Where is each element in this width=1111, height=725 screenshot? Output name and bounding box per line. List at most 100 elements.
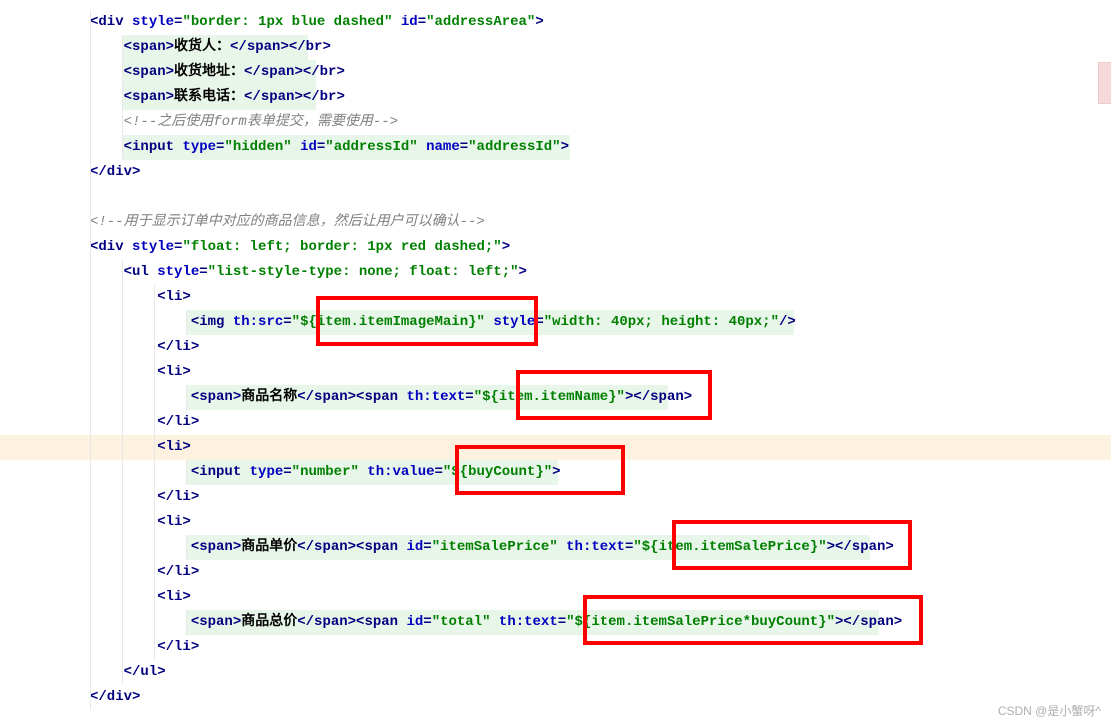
watermark-text: CSDN @是小蟹呀^ [998, 702, 1101, 719]
code-token: > [502, 239, 510, 255]
code-token: <img [191, 314, 225, 330]
code-token: <span> [124, 39, 174, 55]
code-token [392, 14, 400, 30]
code-token: = [435, 464, 443, 480]
code-token: </span></br> [244, 64, 345, 80]
code-token: ></span> [835, 614, 902, 630]
code-token: 收货地址： [174, 64, 244, 80]
code-token: "width: 40px; height: 40px;" [544, 314, 779, 330]
code-token [292, 139, 300, 155]
code-line: <div style="float: left; border: 1px red… [90, 235, 1091, 260]
code-token: > [552, 464, 560, 480]
code-token: = [465, 389, 473, 405]
code-line: </li> [90, 635, 1091, 660]
code-line: <span>商品单价</span><span id="itemSalePrice… [90, 535, 1091, 560]
code-token [491, 614, 499, 630]
code-token: </div> [90, 164, 140, 180]
code-token: "addressId" [325, 139, 417, 155]
code-token: > [519, 264, 527, 280]
code-token: "float: left; border: 1px red dashed;" [182, 239, 501, 255]
code-token [418, 139, 426, 155]
code-token: "${buyCount}" [443, 464, 552, 480]
code-line: </li> [90, 485, 1091, 510]
code-token: th:value [367, 464, 434, 480]
code-token: <span> [124, 64, 174, 80]
code-token: <!--之后使用form表单提交，需要使用--> [124, 114, 398, 130]
code-token: = [423, 539, 431, 555]
code-token: style [493, 314, 535, 330]
code-token: <input [191, 464, 241, 480]
code-token: style [157, 264, 199, 280]
code-line: </li> [90, 560, 1091, 585]
code-line: <li> [90, 360, 1091, 385]
code-token: > [561, 139, 569, 155]
code-token: </div> [90, 689, 140, 705]
code-line: </div> [90, 685, 1091, 710]
code-token: "border: 1px blue dashed" [182, 14, 392, 30]
code-token: "itemSalePrice" [432, 539, 558, 555]
code-token: = [199, 264, 207, 280]
code-token: 联系电话： [174, 89, 244, 105]
code-token: "${item.itemImageMain}" [292, 314, 485, 330]
code-token [124, 239, 132, 255]
code-token: "list-style-type: none; float: left;" [208, 264, 519, 280]
code-token [241, 464, 249, 480]
code-token: = [418, 14, 426, 30]
side-handle[interactable] [1098, 62, 1111, 104]
code-token: id [406, 614, 423, 630]
code-token: 商品总价 [241, 614, 297, 630]
code-block: <div style="border: 1px blue dashed" id=… [90, 10, 1091, 710]
code-token: = [423, 614, 431, 630]
code-token: 收货人： [174, 39, 230, 55]
code-token: id [300, 139, 317, 155]
code-token: </li> [157, 639, 199, 655]
code-token: </span></br> [244, 89, 345, 105]
code-token: th:src [233, 314, 283, 330]
code-token: "addressId" [468, 139, 560, 155]
code-token [149, 264, 157, 280]
code-token: </li> [157, 489, 199, 505]
code-token: type [182, 139, 216, 155]
code-line: <!--之后使用form表单提交，需要使用--> [90, 110, 1091, 135]
code-token: <div [90, 14, 124, 30]
code-token: <input [124, 139, 174, 155]
code-token: </li> [157, 339, 199, 355]
code-token: "number" [292, 464, 359, 480]
code-token: <ul [124, 264, 149, 280]
code-token: <li> [157, 589, 191, 605]
code-line: <li> [90, 510, 1091, 535]
code-line: <span>联系电话：</span></br> [90, 85, 1091, 110]
code-token: <!--用于显示订单中对应的商品信息，然后让用户可以确认--> [90, 214, 485, 230]
code-token [224, 314, 232, 330]
code-token: </span><span [297, 614, 398, 630]
code-line: <li> [90, 285, 1091, 310]
code-token: </ul> [124, 664, 166, 680]
code-token: ></span> [625, 389, 692, 405]
code-token: = [535, 314, 543, 330]
code-token: <li> [157, 364, 191, 380]
code-token: </li> [157, 414, 199, 430]
code-token: "addressArea" [426, 14, 535, 30]
code-line: </div> [90, 160, 1091, 185]
code-token: </span><span [297, 389, 398, 405]
code-token: <span> [191, 389, 241, 405]
code-token: <span> [124, 89, 174, 105]
code-token: = [283, 314, 291, 330]
code-token: "hidden" [224, 139, 291, 155]
code-token: style [132, 14, 174, 30]
code-line: <ul style="list-style-type: none; float:… [90, 260, 1091, 285]
code-line: </li> [90, 335, 1091, 360]
code-token: = [460, 139, 468, 155]
code-token: <span> [191, 539, 241, 555]
code-line: <span>商品名称</span><span th:text="${item.i… [90, 385, 1091, 410]
code-token: th:text [566, 539, 625, 555]
code-token: 商品单价 [241, 539, 297, 555]
code-line: <input type="number" th:value="${buyCoun… [90, 460, 1091, 485]
code-token: /> [779, 314, 796, 330]
code-token: "total" [432, 614, 491, 630]
code-token: <div [90, 239, 124, 255]
code-viewport: <div style="border: 1px blue dashed" id=… [0, 0, 1111, 725]
code-token: ></span> [827, 539, 894, 555]
code-token [90, 189, 98, 205]
code-token: </li> [157, 564, 199, 580]
